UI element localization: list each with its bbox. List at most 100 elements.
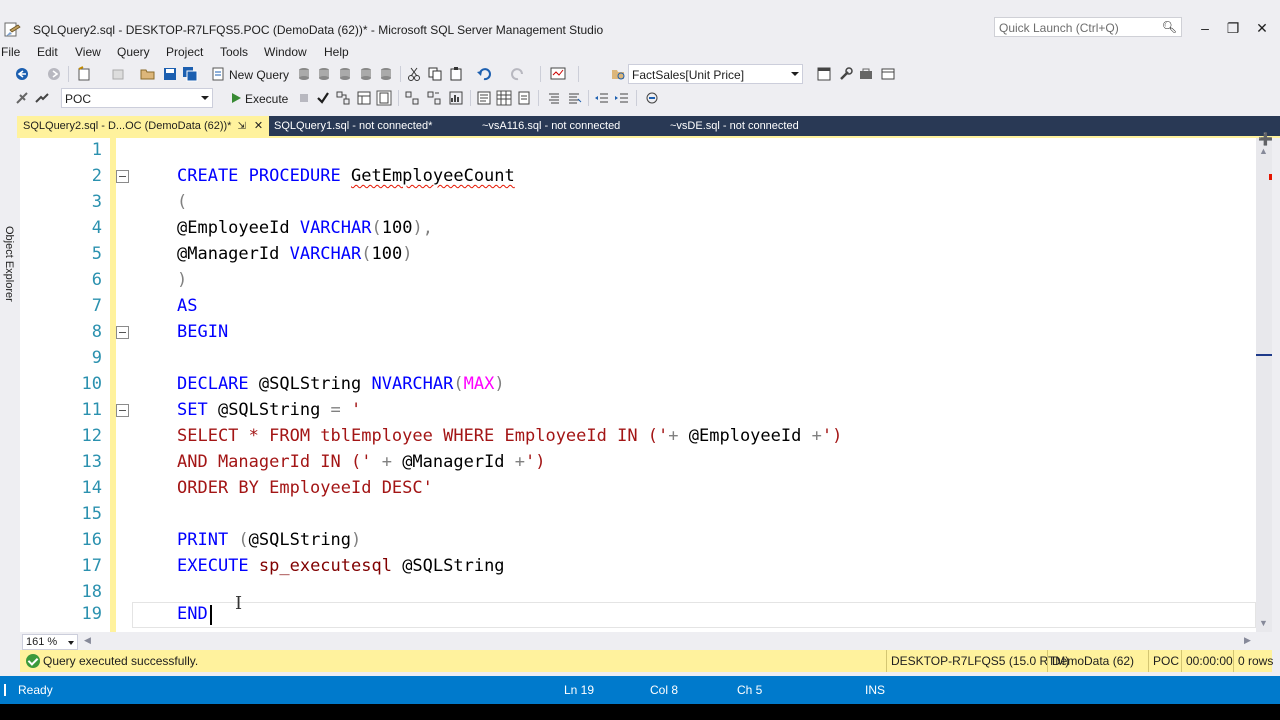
code-token: @EmployeeId xyxy=(688,426,812,446)
toolbox-icon[interactable] xyxy=(858,66,874,82)
tab-vsde[interactable]: ~vsDE.sql - not connected xyxy=(670,116,850,136)
line-number: 2 xyxy=(91,166,102,186)
back-icon[interactable] xyxy=(14,66,30,82)
cancel-query-icon[interactable] xyxy=(296,90,312,106)
tab-label: SQLQuery1.sql - not connected* xyxy=(274,120,433,132)
db-engine-query-icon[interactable] xyxy=(296,66,312,82)
line-number: 17 xyxy=(81,556,102,576)
menu-edit[interactable]: Edit xyxy=(37,45,58,59)
line-number: 1 xyxy=(91,140,102,160)
menu-view[interactable]: View xyxy=(75,45,101,59)
code-token: ( xyxy=(177,192,188,212)
menu-project[interactable]: Project xyxy=(166,45,203,59)
specify-template-values-icon[interactable] xyxy=(644,90,660,106)
text-caret xyxy=(210,605,212,625)
code-line: 13 AND ManagerId IN (' + @ManagerId +') xyxy=(20,450,1256,476)
results-to-text-icon-2[interactable] xyxy=(476,90,492,106)
client-statistics-icon[interactable] xyxy=(448,90,464,106)
dax-query-icon[interactable] xyxy=(378,66,394,82)
menu-help[interactable]: Help xyxy=(324,45,349,59)
collapse-region-icon[interactable] xyxy=(116,404,129,417)
tab-vsa116[interactable]: ~vsA116.sql - not connected xyxy=(482,116,662,136)
save-icon[interactable] xyxy=(162,66,178,82)
scroll-up-arrow-icon[interactable]: ▲ xyxy=(1259,146,1268,156)
line-number: 5 xyxy=(91,244,102,264)
uncomment-icon[interactable] xyxy=(566,90,582,106)
increase-indent-icon[interactable] xyxy=(614,90,630,106)
sql-editor[interactable]: 1 2 CREATE PROCEDURE GetEmployeeCount 3( … xyxy=(20,138,1256,632)
close-window-button[interactable]: ✕ xyxy=(1244,18,1280,38)
dmx-query-icon[interactable] xyxy=(337,66,353,82)
live-statistics-icon[interactable] xyxy=(426,90,442,106)
decrease-indent-icon[interactable] xyxy=(594,90,610,106)
redo-icon[interactable] xyxy=(510,66,526,82)
close-icon[interactable]: ✕ xyxy=(254,120,263,132)
code-token: GetEmployeeCount xyxy=(351,166,515,186)
copy-icon[interactable] xyxy=(427,66,443,82)
vertical-scrollbar[interactable]: ➕ ▲ ▼ xyxy=(1256,132,1273,632)
forward-icon[interactable] xyxy=(46,66,62,82)
code-token: @ManagerId xyxy=(402,452,515,472)
menu-window[interactable]: Window xyxy=(264,45,307,59)
add-item-icon[interactable] xyxy=(110,66,126,82)
undo-icon[interactable] xyxy=(476,66,492,82)
parse-checkmark-icon[interactable] xyxy=(315,90,331,106)
cut-icon[interactable] xyxy=(406,66,422,82)
query-designer-icon[interactable] xyxy=(356,90,372,106)
scroll-down-arrow-icon[interactable]: ▼ xyxy=(1259,618,1268,628)
code-text: AS xyxy=(177,296,197,316)
collapse-region-icon[interactable] xyxy=(116,170,129,183)
find-combo[interactable]: FactSales[Unit Price] xyxy=(628,64,803,84)
tab-label: ~vsA116.sql - not connected xyxy=(482,120,621,132)
status-line: Ln 19 xyxy=(564,683,595,697)
estimated-plan-icon[interactable] xyxy=(335,90,351,106)
chevron-down-icon xyxy=(201,96,209,100)
toolbar-separator xyxy=(470,90,471,106)
change-connection-icon[interactable] xyxy=(34,90,50,106)
activity-monitor-icon[interactable] xyxy=(550,66,566,82)
tab-sqlquery2[interactable]: SQLQuery2.sql - D...OC (DemoData (62))* ⇲… xyxy=(17,116,269,136)
quick-launch-input[interactable]: Quick Launch (Ctrl+Q) 🔍︎ xyxy=(994,17,1182,37)
scroll-right-arrow-icon[interactable]: ▶ xyxy=(1244,635,1251,646)
available-databases-combo[interactable]: POC xyxy=(61,88,213,108)
include-plan-icon[interactable] xyxy=(404,90,420,106)
execute-play-icon[interactable] xyxy=(228,90,244,106)
object-explorer-tab[interactable]: Object Explorer xyxy=(0,110,17,704)
open-file-icon[interactable] xyxy=(140,66,156,82)
scroll-left-arrow-icon[interactable]: ◀ xyxy=(84,635,91,646)
code-line: 7 AS xyxy=(20,294,1256,320)
window-layout-icon[interactable] xyxy=(880,66,896,82)
results-to-file-icon[interactable] xyxy=(516,90,532,106)
menu-query[interactable]: Query xyxy=(117,45,150,59)
comment-out-icon[interactable] xyxy=(546,90,562,106)
chevron-down-icon xyxy=(68,641,74,645)
find-in-files-icon[interactable] xyxy=(610,66,626,82)
new-query-icon[interactable] xyxy=(210,66,226,82)
menu-tools[interactable]: Tools xyxy=(220,45,248,59)
code-token: @SQLString xyxy=(248,530,352,550)
results-to-text-icon[interactable] xyxy=(376,90,392,106)
line-number: 13 xyxy=(81,452,102,472)
xmla-query-icon[interactable] xyxy=(358,66,374,82)
properties-window-icon[interactable] xyxy=(816,66,832,82)
connect-icon[interactable] xyxy=(14,90,30,106)
code-line: 4 @EmployeeId VARCHAR(100), xyxy=(20,216,1256,242)
scroll-thumb[interactable] xyxy=(1256,354,1272,356)
tab-sqlquery1[interactable]: SQLQuery1.sql - not connected* xyxy=(274,116,474,136)
new-query-button[interactable]: New Query xyxy=(229,68,289,82)
new-project-icon[interactable] xyxy=(76,66,92,82)
save-all-icon[interactable] xyxy=(182,66,198,82)
zoom-combo[interactable]: 161 % xyxy=(22,634,78,650)
line-number: 6 xyxy=(91,270,102,290)
code-text: @EmployeeId VARCHAR(100), xyxy=(177,218,433,238)
collapse-region-icon[interactable] xyxy=(116,326,129,339)
results-to-grid-icon[interactable] xyxy=(496,90,512,106)
execute-button[interactable]: Execute xyxy=(245,92,288,106)
menu-file[interactable]: File xyxy=(1,45,20,59)
toolbar-separator xyxy=(588,90,589,106)
paste-icon[interactable] xyxy=(448,66,464,82)
split-window-icon[interactable]: ➕ xyxy=(1258,132,1273,146)
pin-icon[interactable]: ⇲ xyxy=(237,121,245,132)
mdx-query-icon[interactable] xyxy=(316,66,332,82)
tools-wrench-icon[interactable] xyxy=(838,66,854,82)
